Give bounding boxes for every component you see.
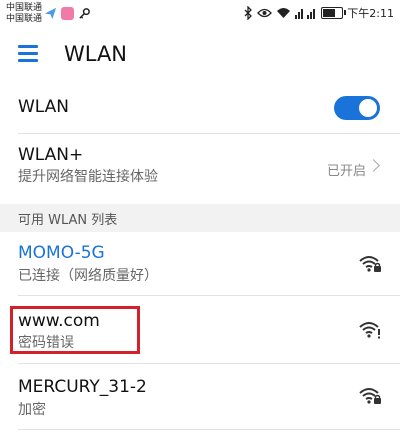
network-item-mercury[interactable]: MERCURY_31-2 加密 [0, 364, 400, 430]
bluetooth-icon [244, 6, 253, 20]
network-status: 加密 [18, 402, 46, 418]
wlan-plus-subtitle: 提升网络智能连接体验 [18, 169, 158, 185]
wifi-locked-icon [359, 256, 381, 272]
network-name: MERCURY_31-2 [18, 377, 147, 397]
signal-icon [295, 9, 316, 19]
toggle-knob [359, 99, 377, 117]
carrier-2: 中国联通 [6, 14, 43, 24]
network-status: 密码错误 [18, 335, 74, 351]
notification-icons [44, 5, 91, 21]
wlan-toggle-label: WLAN [18, 97, 70, 117]
wlan-plus-title: WLAN+ [18, 145, 84, 165]
section-header-label: 可用 WLAN 列表 [18, 213, 118, 228]
clock: 下午2:11 [347, 7, 394, 20]
status-bar: 中国联通 中国联通 下午2:11 [0, 0, 400, 26]
hamburger-menu-icon[interactable] [16, 43, 40, 65]
network-name: MOMO-5G [18, 243, 105, 263]
battery-icon [321, 7, 347, 19]
paper-plane-icon [44, 7, 57, 19]
wifi-warning-icon [359, 322, 380, 339]
list-continuation [0, 430, 400, 440]
wifi-status-icon [277, 8, 291, 18]
wlan-toggle-switch[interactable] [334, 96, 380, 120]
app-bar: WLAN [0, 26, 400, 82]
network-status: 已连接（网络质量好） [18, 268, 158, 284]
available-networks-header: 可用 WLAN 列表 [0, 204, 400, 232]
key-icon [79, 7, 90, 19]
app-notification-icon [61, 6, 74, 20]
chevron-right-icon [367, 159, 380, 172]
page-title: WLAN [64, 42, 128, 66]
wifi-locked-icon [359, 388, 381, 404]
wlan-plus-status: 已开启 [326, 164, 366, 179]
carrier-1: 中国联通 [6, 3, 43, 13]
wlan-plus-row[interactable]: WLAN+ 提升网络智能连接体验 已开启 [0, 134, 400, 204]
wlan-toggle-row[interactable]: WLAN [0, 82, 400, 134]
network-item-momo-5g[interactable]: MOMO-5G 已连接（网络质量好） [0, 232, 400, 296]
eye-icon [257, 8, 273, 18]
network-item-www-com[interactable]: www.com 密码错误 [0, 296, 400, 364]
network-name: www.com [18, 311, 100, 331]
status-icons-right: 下午2:11 [244, 4, 394, 22]
